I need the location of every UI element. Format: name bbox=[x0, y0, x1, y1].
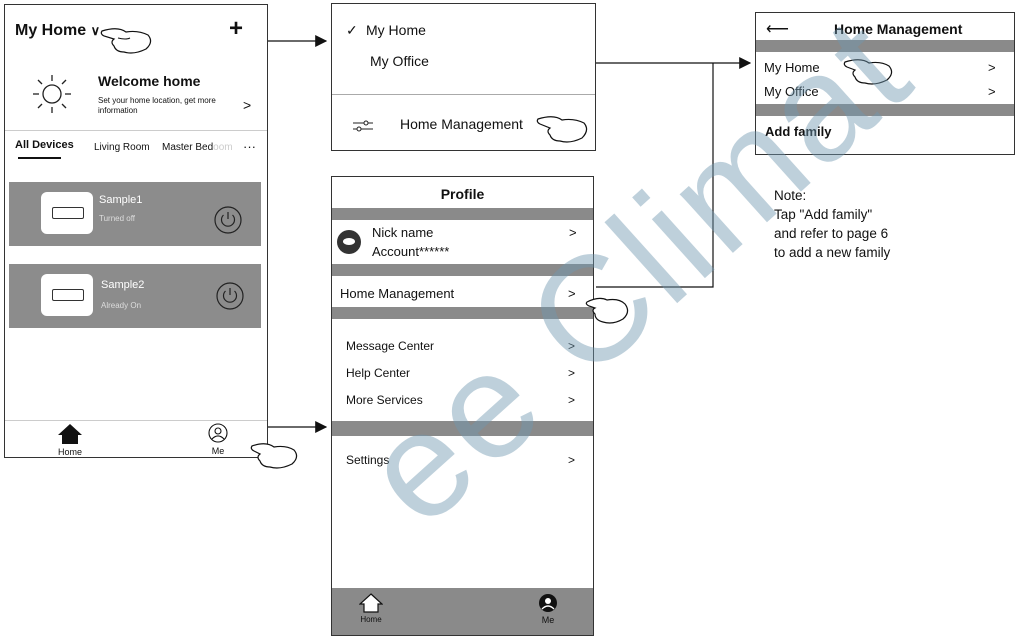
person-icon bbox=[208, 423, 228, 443]
home-management-label: Home Management bbox=[340, 286, 455, 301]
nav-home[interactable]: Home bbox=[354, 593, 388, 624]
tab-all-devices[interactable]: All Devices bbox=[15, 139, 74, 151]
nav-home[interactable]: Home bbox=[53, 423, 87, 457]
chevron-down-icon: ∨ bbox=[90, 23, 101, 38]
pointing-hand-icon bbox=[536, 116, 588, 143]
pointing-hand-icon bbox=[100, 28, 152, 54]
nick-name: Nick name bbox=[372, 225, 434, 240]
device-status: Already On bbox=[101, 301, 142, 310]
dropdown-item-label: My Home bbox=[366, 22, 426, 38]
chevron-right-icon: > bbox=[568, 453, 576, 467]
device-card[interactable]: Sample2 Already On bbox=[9, 264, 261, 328]
home-icon bbox=[58, 424, 82, 444]
nav-home-label: Home bbox=[360, 615, 382, 624]
tab-master-bed-label: Master Bed bbox=[162, 142, 214, 153]
person-icon bbox=[539, 594, 557, 612]
device-status: Turned off bbox=[99, 214, 136, 223]
account-text: Account****** bbox=[372, 244, 450, 259]
more-dots-icon[interactable]: ··· bbox=[243, 139, 256, 154]
power-icon[interactable] bbox=[213, 205, 243, 235]
dropdown-item-label: My Office bbox=[370, 53, 429, 69]
home-management-label: Home Management bbox=[400, 116, 523, 132]
dropdown-divider bbox=[332, 94, 595, 95]
power-icon[interactable] bbox=[215, 281, 245, 311]
device-name: Sample2 bbox=[101, 279, 145, 291]
chevron-right-icon: > bbox=[988, 60, 996, 75]
home-screen: My Home ∨ + Welcome home Set your home l… bbox=[4, 4, 268, 458]
welcome-card[interactable]: Welcome home Set your home location, get… bbox=[5, 63, 267, 129]
page-title: Profile bbox=[440, 186, 485, 202]
tab-living-room[interactable]: Living Room bbox=[94, 142, 150, 153]
tab-master-bed-fade: oom bbox=[213, 142, 233, 153]
device-card[interactable]: Sample1 Turned off bbox=[9, 182, 261, 246]
nav-me-label: Me bbox=[211, 446, 225, 456]
divider bbox=[5, 420, 267, 421]
sliders-icon bbox=[353, 120, 373, 132]
divider bbox=[5, 130, 267, 131]
tab-underline bbox=[18, 157, 61, 159]
device-name: Sample1 bbox=[99, 194, 143, 206]
dropdown-item-my-office[interactable]: My Office bbox=[370, 53, 429, 69]
welcome-arrow: > bbox=[243, 97, 252, 113]
check-icon: ✓ bbox=[346, 22, 358, 38]
sun-icon bbox=[33, 75, 71, 113]
chevron-right-icon: > bbox=[988, 84, 996, 99]
nav-me[interactable]: Me bbox=[531, 593, 565, 625]
home-title: My Home bbox=[15, 22, 87, 39]
tab-master-bedroom[interactable]: Master Bedoom bbox=[162, 142, 233, 153]
welcome-subtitle: Set your home location, get more informa… bbox=[98, 96, 216, 115]
welcome-title: Welcome home bbox=[98, 73, 201, 89]
ac-unit-icon bbox=[41, 192, 93, 234]
home-selector[interactable]: My Home ∨ bbox=[15, 22, 100, 40]
add-button[interactable]: + bbox=[229, 15, 243, 43]
nav-home-label: Home bbox=[57, 447, 82, 457]
home-icon bbox=[358, 593, 384, 613]
avatar bbox=[337, 230, 361, 254]
pointing-hand-icon bbox=[250, 443, 298, 469]
ac-unit-icon bbox=[41, 274, 93, 316]
dropdown-item-my-home[interactable]: ✓ My Home bbox=[346, 22, 426, 39]
nav-me[interactable]: Me bbox=[201, 423, 235, 456]
section-band bbox=[332, 208, 593, 220]
